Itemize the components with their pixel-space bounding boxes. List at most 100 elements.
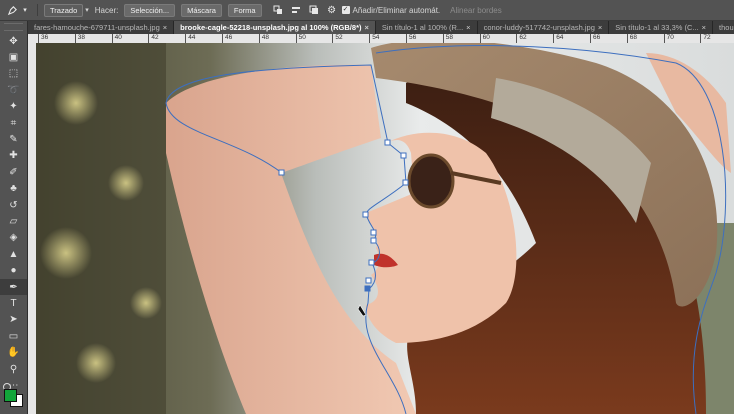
path-operations-icon[interactable] <box>272 4 284 16</box>
make-label: Hacer: <box>94 5 119 15</box>
tab-document[interactable]: Sin título-1 al 100% (R... × <box>375 21 478 34</box>
type-tool-icon[interactable]: T <box>0 295 27 311</box>
close-icon[interactable]: × <box>598 23 602 32</box>
document-canvas[interactable] <box>36 43 734 414</box>
anchor-point[interactable] <box>370 237 377 244</box>
bokeh-light <box>40 227 92 279</box>
ruler-tick: 58 <box>442 34 453 43</box>
path-arrangement-icon[interactable] <box>308 4 320 16</box>
ruler-tick-label: 68 <box>629 34 638 41</box>
ruler-tick: 52 <box>332 34 343 43</box>
align-edges-option: Alinear bordes <box>450 6 502 15</box>
artboard-icon[interactable]: ▣ <box>0 49 27 65</box>
eyedropper-icon[interactable]: ✎ <box>0 131 27 147</box>
anchor-point[interactable] <box>400 152 407 159</box>
crop-tool-icon[interactable]: ⌗ <box>0 115 27 131</box>
selection-button[interactable]: Selección... <box>124 3 176 17</box>
ruler-tick-label: 60 <box>482 34 490 41</box>
bokeh-light <box>76 343 116 383</box>
tool-list: ✥ ▣ ⬚ ➰ ✦ ⌗ ✎ ✚ ✐ ♣ ↺ ▱ ◈ ▲ ● ✒ T ➤ ▭ ✋ ⚲ ⋯ <box>0 33 27 394</box>
marquee-tool-icon[interactable]: ⬚ <box>0 66 27 82</box>
brush-tool-icon[interactable]: ✐ <box>0 164 27 180</box>
ruler-tick-label: 42 <box>151 34 159 41</box>
ruler-tick: 72 <box>700 34 711 43</box>
tab-document[interactable]: though <box>713 21 734 34</box>
ruler-tick-label: 70 <box>666 34 674 41</box>
vertical-ruler[interactable] <box>28 43 36 414</box>
tab-label: Sin título-1 al 100% (R... <box>381 23 464 32</box>
tab-document[interactable]: fares-hamouche-679711-unsplash.jpg × <box>28 21 175 34</box>
close-icon[interactable]: × <box>466 23 470 32</box>
ruler-tick: 68 <box>626 34 637 43</box>
ruler-tick-label: 48 <box>261 34 270 41</box>
clone-stamp-icon[interactable]: ♣ <box>0 181 27 197</box>
ruler-tick-label: 56 <box>409 34 417 41</box>
anchor-point[interactable] <box>365 277 372 284</box>
ruler-tick: 60 <box>479 34 490 43</box>
options-bar: ▾ Trazado ▾ Hacer: Selección... Máscara … <box>0 0 734 21</box>
eraser-icon[interactable]: ▱ <box>0 213 27 229</box>
bokeh-light <box>54 81 98 125</box>
mode-select[interactable]: Trazado ▾ <box>44 3 89 17</box>
tools-panel: ✥ ▣ ⬚ ➰ ✦ ⌗ ✎ ✚ ✐ ♣ ↺ ▱ ◈ ▲ ● ✒ T ➤ ▭ ✋ ⚲ ⋯ <box>0 21 28 414</box>
ruler-tick-label: 62 <box>519 34 527 41</box>
hand-tool-icon[interactable]: ✋ <box>0 344 27 360</box>
pen-tool-icon[interactable]: ✒ <box>0 278 27 296</box>
ruler-tick: 70 <box>663 34 674 43</box>
pen-tool-preset-icon[interactable] <box>6 4 18 16</box>
anchor-point[interactable] <box>362 211 369 218</box>
zoom-tool-icon[interactable]: ⚲ <box>0 361 27 377</box>
document-tabs: fares-hamouche-679711-unsplash.jpg × broo… <box>28 21 734 34</box>
ruler-tick-label: 64 <box>556 34 564 41</box>
magic-wand-icon[interactable]: ✦ <box>0 99 27 115</box>
tab-document[interactable]: Sin título-1 al 33,3% (C... × <box>609 21 714 34</box>
auto-add-delete-checkbox[interactable]: ✓ Añadir/Eliminar automát. <box>341 6 440 15</box>
ruler-tick: 46 <box>222 34 232 43</box>
anchor-point[interactable] <box>370 229 377 236</box>
anchor-point[interactable] <box>402 179 409 186</box>
tab-label: fares-hamouche-679711-unsplash.jpg <box>34 23 160 32</box>
close-icon[interactable]: × <box>163 23 167 32</box>
healing-brush-icon[interactable]: ✚ <box>0 148 27 164</box>
lasso-tool-icon[interactable]: ➰ <box>0 82 27 98</box>
tab-label: though <box>719 23 734 32</box>
ruler-tick: 64 <box>553 34 563 43</box>
foreground-color-swatch[interactable] <box>4 389 17 402</box>
path-selection-icon[interactable]: ➤ <box>0 312 27 328</box>
ruler-tick-label: 40 <box>114 34 122 41</box>
blur-tool-icon[interactable]: ▲ <box>0 246 27 262</box>
move-tool-icon[interactable]: ✥ <box>0 33 27 49</box>
shape-tool-icon[interactable]: ▭ <box>0 328 27 344</box>
anchor-point-selected[interactable] <box>364 285 371 292</box>
tab-document[interactable]: conor-luddy-517742-unsplash.jpg × <box>477 21 610 34</box>
ruler-tick: 66 <box>590 34 600 43</box>
ruler-tick: 36 <box>38 34 48 43</box>
ruler-tick-label: 54 <box>372 34 380 41</box>
horizontal-ruler[interactable]: 36 38 40 42 44 46 48 50 52 54 56 58 60 62 64 66 68 70 72 <box>28 34 734 43</box>
tab-document-active[interactable]: brooke-cagle-52218-unsplash.jpg al 100% … <box>174 21 376 34</box>
ruler-tick: 62 <box>516 34 527 43</box>
gear-icon[interactable]: ⚙ <box>326 4 338 16</box>
anchor-point[interactable] <box>384 139 391 146</box>
close-icon[interactable]: × <box>364 23 368 32</box>
anchor-point[interactable] <box>368 259 375 266</box>
chevron-down-icon[interactable]: ▾ <box>19 4 31 16</box>
checkbox-checked-icon: ✓ <box>341 6 350 14</box>
ruler-tick-label: 36 <box>41 34 49 41</box>
mask-button[interactable]: Máscara <box>181 3 222 17</box>
anchor-point[interactable] <box>278 169 285 176</box>
align-edges-label: Alinear bordes <box>450 5 502 15</box>
ruler-tick: 42 <box>148 34 159 43</box>
dodge-tool-icon[interactable]: ● <box>0 262 27 278</box>
ruler-tick: 38 <box>74 34 85 43</box>
close-icon[interactable]: × <box>702 23 706 32</box>
path-alignment-icon[interactable] <box>290 4 302 16</box>
ruler-tick-label: 58 <box>445 34 454 41</box>
ruler-tick: 56 <box>406 34 416 43</box>
toolbar-grip[interactable] <box>4 23 23 31</box>
paint-bucket-icon[interactable]: ◈ <box>0 230 27 246</box>
shape-button[interactable]: Forma <box>227 3 262 17</box>
color-swatches <box>3 383 25 411</box>
history-brush-icon[interactable]: ↺ <box>0 197 27 213</box>
chevron-down-icon: ▾ <box>85 7 89 14</box>
